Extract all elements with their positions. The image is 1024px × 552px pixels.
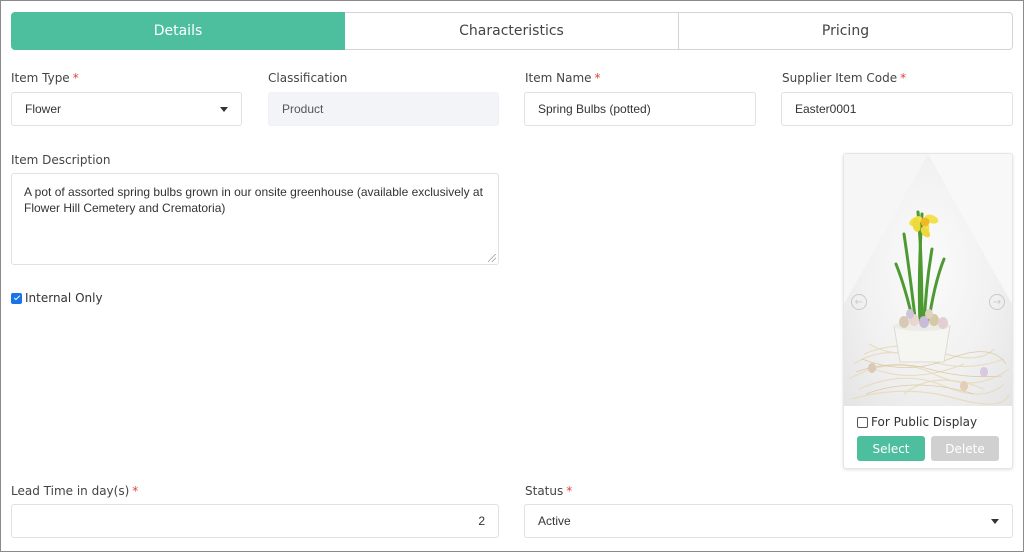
item-type-value: Flower [25,102,62,116]
item-name-value: Spring Bulbs (potted) [538,102,651,116]
public-display-label: For Public Display [871,415,978,429]
potted-daffodil-image [844,154,1012,405]
item-type-select[interactable]: Flower [11,92,242,126]
required-marker: * [72,71,79,85]
supplier-item-code-label: Supplier Item Code * [782,71,907,85]
delete-image-button[interactable]: Delete [931,436,999,461]
required-marker: * [566,484,573,498]
public-display-row[interactable]: For Public Display [857,415,977,429]
lead-time-label: Lead Time in day(s) * [11,484,139,498]
status-select[interactable]: Active [524,504,1013,538]
chevron-right-circle-icon[interactable]: → [989,294,1005,310]
required-marker: * [132,484,139,498]
classification-field: Product [268,92,499,126]
supplier-item-code-input[interactable]: Easter0001 [781,92,1013,126]
item-description-textarea[interactable]: A pot of assorted spring bulbs grown in … [11,173,499,265]
tab-bar: Details Characteristics Pricing [11,12,1013,50]
internal-only-label: Internal Only [25,291,103,305]
item-description-label: Item Description [11,153,111,167]
classification-value: Product [282,102,324,116]
resize-grip-icon[interactable] [488,254,496,262]
lead-time-input[interactable]: 2 [11,504,499,538]
status-label: Status * [525,484,573,498]
status-value: Active [538,514,571,528]
tab-characteristics[interactable]: Characteristics [345,12,679,50]
item-name-input[interactable]: Spring Bulbs (potted) [524,92,756,126]
internal-only-checkbox[interactable] [11,292,22,304]
caret-down-icon [991,518,999,524]
item-type-label: Item Type * [11,71,79,85]
checkmark-icon [13,293,20,300]
item-name-label: Item Name * [525,71,601,85]
lead-time-value: 2 [478,514,485,528]
chevron-left-circle-icon[interactable]: ← [851,294,867,310]
tab-details[interactable]: Details [11,12,345,50]
select-image-button[interactable]: Select [857,436,925,461]
supplier-item-code-value: Easter0001 [795,102,857,116]
required-marker: * [594,71,601,85]
required-marker: * [900,71,907,85]
internal-only-row[interactable]: Internal Only [11,291,103,305]
item-form-window: Details Characteristics Pricing Item Typ… [0,0,1024,552]
classification-label: Classification [268,71,348,85]
product-image: ← → [844,154,1012,406]
caret-down-icon [220,106,228,112]
public-display-checkbox[interactable] [857,416,868,428]
image-card: ← → For Public Display Select Delete [843,153,1013,469]
item-description-value: A pot of assorted spring bulbs grown in … [24,185,483,215]
tab-pricing[interactable]: Pricing [679,12,1013,50]
